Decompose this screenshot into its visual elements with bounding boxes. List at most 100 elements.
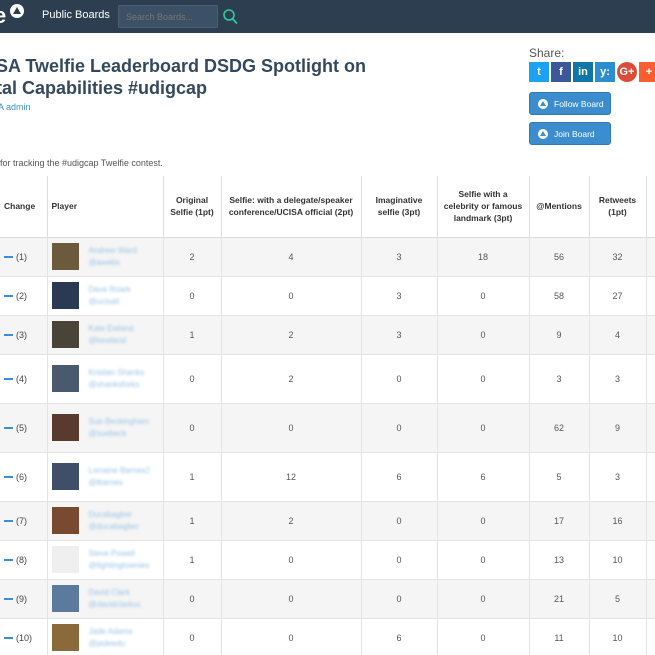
avatar[interactable] <box>51 321 79 348</box>
column-header-player[interactable]: Player <box>47 176 164 238</box>
owner-link[interactable]: A admin <box>0 102 31 112</box>
player-cell[interactable]: Steve Powell @fightingtownies <box>47 540 164 580</box>
overflow-cell <box>646 579 655 619</box>
facebook-icon[interactable]: f <box>551 62 571 82</box>
rank-text: (2) <box>16 290 27 301</box>
celebrity-selfie-cell: 18 <box>437 237 530 277</box>
player-cell[interactable]: Kate Ewland @kewland <box>47 315 164 355</box>
delegate-selfie-cell: 0 <box>221 540 362 580</box>
google-plus-icon[interactable]: G+ <box>617 62 637 82</box>
twitter-icon[interactable]: t <box>529 62 549 82</box>
column-header-change[interactable]: Change <box>0 176 48 238</box>
player-handle[interactable]: @jadeedu <box>89 638 133 650</box>
avatar[interactable] <box>51 507 79 534</box>
logo-icon[interactable] <box>10 4 24 18</box>
player-handle[interactable]: @awebs <box>89 257 137 269</box>
join-board-button[interactable]: Join Board <box>529 122 611 145</box>
column-header-retweets[interactable]: Retweets (1pt) <box>589 176 647 238</box>
retweets-cell: 5 <box>589 579 647 619</box>
player-display-name[interactable]: Kate Ewland <box>89 323 134 335</box>
player-display-name[interactable]: Steve Powell <box>89 548 150 560</box>
yammer-icon[interactable]: y: <box>595 62 615 82</box>
mentions-cell: 9 <box>529 315 590 355</box>
table-row: (5) Sue Beckingham @suebeck 0 0 0 0 62 9 <box>0 403 655 453</box>
column-header-mentions[interactable]: @Mentions <box>529 176 590 238</box>
player-name[interactable]: David Clark @davidclarkuc <box>89 587 142 611</box>
player-handle[interactable]: @lbarnes <box>89 477 150 489</box>
no-change-icon <box>4 378 13 381</box>
avatar[interactable] <box>51 243 79 270</box>
column-header-imaginative-selfie[interactable]: Imaginative selfie (3pt) <box>361 176 438 238</box>
player-display-name[interactable]: Andrew Ward <box>89 245 137 257</box>
player-handle[interactable]: @ucisait <box>89 296 131 308</box>
player-name[interactable]: Kristian Shanks @shanksforks <box>89 367 145 391</box>
player-name[interactable]: Andrew Ward @awebs <box>89 245 137 269</box>
player-display-name[interactable]: Sue Beckingham <box>89 416 149 428</box>
player-cell[interactable]: Sue Beckingham @suebeck <box>47 403 164 453</box>
public-boards-link[interactable]: Public Boards <box>42 9 110 21</box>
rank-text: (5) <box>16 422 27 433</box>
follow-board-label: Follow Board <box>554 99 604 109</box>
player-cell[interactable]: Ducabagber @ducabagber <box>47 501 164 541</box>
follow-board-button[interactable]: Follow Board <box>529 92 611 115</box>
mentions-cell: 3 <box>529 354 590 404</box>
player-cell[interactable]: Kristian Shanks @shanksforks <box>47 354 164 404</box>
original-selfie-cell: 1 <box>163 540 222 580</box>
avatar[interactable] <box>51 463 79 490</box>
player-display-name[interactable]: Ducabagber <box>89 509 139 521</box>
imaginative-selfie-cell: 0 <box>361 540 438 580</box>
logo[interactable]: e <box>0 3 6 29</box>
linkedin-icon[interactable]: in <box>573 62 593 82</box>
search-icon[interactable] <box>222 8 238 25</box>
column-header-original-selfie[interactable]: Original Selfie (1pt) <box>163 176 222 238</box>
table-row: (6) Lorraine Barnes2 @lbarnes 1 12 6 6 5 3 <box>0 452 655 502</box>
player-name[interactable]: Steve Powell @fightingtownies <box>89 548 150 572</box>
avatar[interactable] <box>51 365 79 392</box>
player-name[interactable]: Dave Roark @ucisait <box>89 284 131 308</box>
rank-text: (10) <box>16 632 33 643</box>
avatar[interactable] <box>51 414 79 441</box>
player-handle[interactable]: @fightingtownies <box>89 560 150 572</box>
celebrity-selfie-cell: 0 <box>437 315 530 355</box>
player-display-name[interactable]: Lorraine Barnes2 <box>89 465 150 477</box>
avatar[interactable] <box>51 282 79 309</box>
player-cell[interactable]: David Clark @davidclarkuc <box>47 579 164 619</box>
player-handle[interactable]: @davidclarkuc <box>89 599 142 611</box>
player-display-name[interactable]: David Clark <box>89 587 142 599</box>
avatar[interactable] <box>51 624 79 651</box>
player-name[interactable]: Lorraine Barnes2 @lbarnes <box>89 465 150 489</box>
player-display-name[interactable]: Kristian Shanks <box>89 367 145 379</box>
original-selfie-cell: 2 <box>163 237 222 277</box>
player-handle[interactable]: @kewland <box>89 335 134 347</box>
player-name[interactable]: Kate Ewland @kewland <box>89 323 134 347</box>
rank-text: (9) <box>16 593 27 604</box>
original-selfie-cell: 0 <box>163 403 222 453</box>
column-header-delegate-selfie[interactable]: Selfie: with a delegate/speaker conferen… <box>221 176 362 238</box>
player-name[interactable]: Sue Beckingham @suebeck <box>89 416 149 440</box>
retweets-cell: 4 <box>589 315 647 355</box>
original-selfie-cell: 0 <box>163 276 222 316</box>
table-row: (10) Jade Adams @jadeedu 0 0 6 0 11 10 <box>0 618 655 655</box>
player-handle[interactable]: @ducabagber <box>89 521 139 533</box>
player-cell[interactable]: Dave Roark @ucisait <box>47 276 164 316</box>
player-cell[interactable]: Lorraine Barnes2 @lbarnes <box>47 452 164 502</box>
overflow-cell <box>646 540 655 580</box>
avatar[interactable] <box>51 546 79 573</box>
player-cell[interactable]: Andrew Ward @awebs <box>47 237 164 277</box>
retweets-cell: 32 <box>589 237 647 277</box>
player-handle[interactable]: @suebeck <box>89 428 149 440</box>
player-handle[interactable]: @shanksforks <box>89 379 145 391</box>
mentions-cell: 13 <box>529 540 590 580</box>
player-name[interactable]: Ducabagber @ducabagber <box>89 509 139 533</box>
no-change-icon <box>4 427 13 430</box>
player-cell[interactable]: Jade Adams @jadeedu <box>47 618 164 655</box>
mentions-cell: 11 <box>529 618 590 655</box>
search-input[interactable] <box>118 5 218 28</box>
column-header-celebrity-selfie[interactable]: Selfie with a celebrity or famous landma… <box>437 176 530 238</box>
player-display-name[interactable]: Jade Adams <box>89 626 133 638</box>
avatar[interactable] <box>51 585 79 612</box>
addthis-icon[interactable]: + <box>639 62 655 82</box>
change-cell: (10) <box>0 618 48 655</box>
player-display-name[interactable]: Dave Roark <box>89 284 131 296</box>
player-name[interactable]: Jade Adams @jadeedu <box>89 626 133 650</box>
